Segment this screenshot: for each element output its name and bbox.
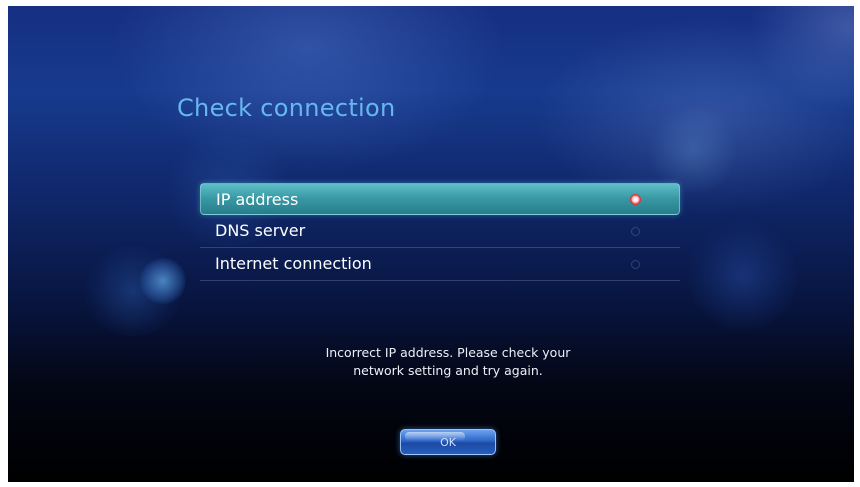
check-item-dns-server[interactable]: DNS server [200,215,680,248]
check-item-label: Internet connection [215,254,372,273]
connection-check-list: IP address ✕ DNS server Internet connect… [200,183,680,281]
error-message-line: network setting and try again. [353,363,543,378]
check-item-ip-address[interactable]: IP address ✕ [200,183,680,215]
background-bokeh [140,258,186,304]
connection-check-screen: Check connection IP address ✕ DNS server… [8,6,854,482]
check-item-internet-connection[interactable]: Internet connection [200,248,680,281]
error-icon: ✕ [630,194,641,205]
page-title: Check connection [177,94,396,122]
error-message: Incorrect IP address. Please check your … [208,344,688,380]
radio-empty-icon [631,260,640,269]
background-bokeh [83,246,183,336]
ok-button-label: OK [440,436,456,449]
background-bokeh [688,221,798,331]
radio-empty-icon [631,227,640,236]
error-message-line: Incorrect IP address. Please check your [325,345,571,360]
check-item-label: DNS server [215,221,306,240]
ok-button[interactable]: OK [400,429,496,455]
button-shine [405,432,465,441]
check-item-label: IP address [216,190,299,209]
